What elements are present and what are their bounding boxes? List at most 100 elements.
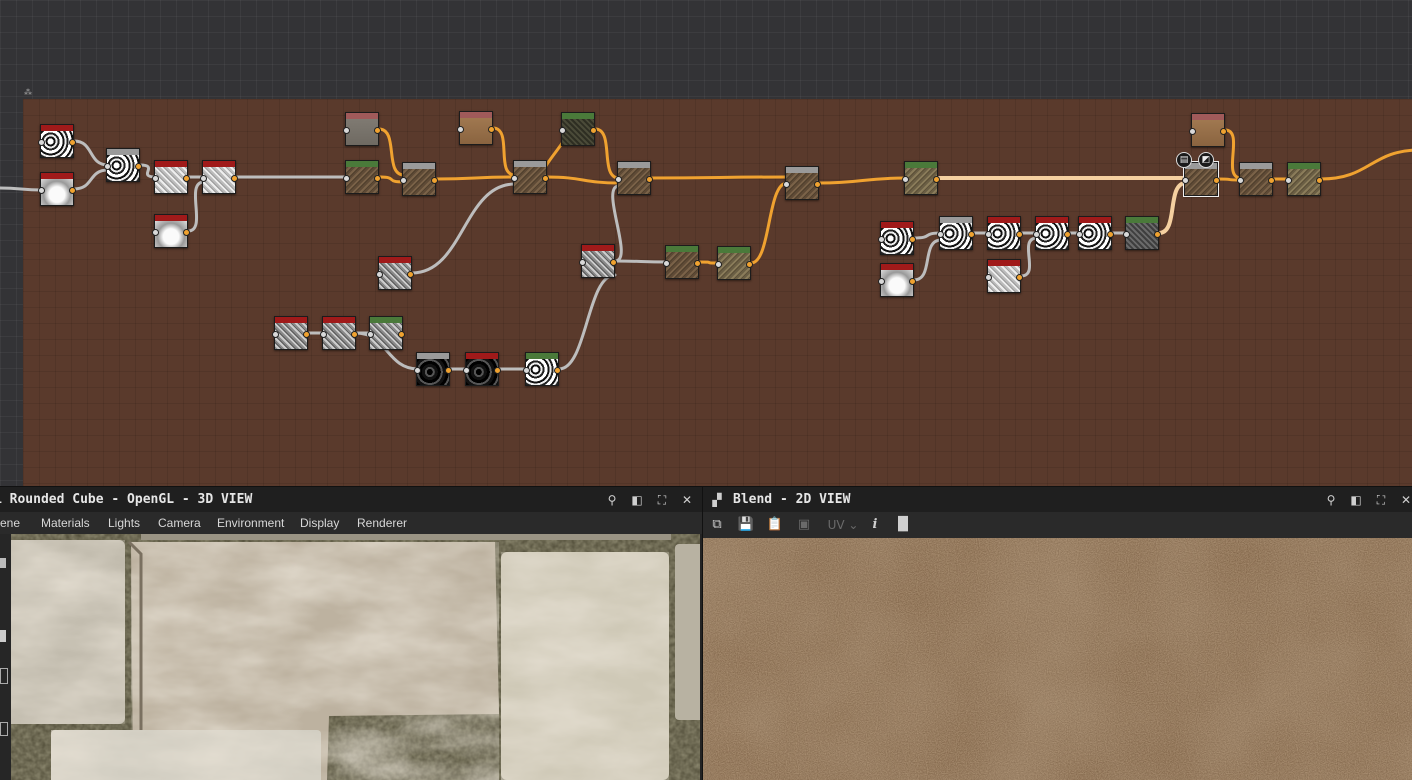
node-port[interactable] (559, 127, 566, 134)
maximize-icon[interactable]: ⛶ (1373, 492, 1389, 508)
node-port[interactable] (1220, 128, 1227, 135)
uv-dropdown[interactable]: UV ⌄ (823, 516, 863, 534)
graph-node[interactable] (902, 161, 940, 195)
node-port[interactable] (104, 163, 111, 170)
node-port[interactable] (488, 126, 495, 133)
node-port[interactable] (523, 367, 530, 374)
graph-node[interactable] (38, 172, 76, 206)
node-port[interactable] (909, 278, 916, 285)
graph-node[interactable] (511, 160, 549, 194)
graph-node[interactable] (152, 160, 190, 194)
menu-lights[interactable]: Lights (108, 516, 140, 530)
float-icon[interactable]: ◧ (1348, 492, 1364, 508)
node-preview-icon[interactable]: ◩ (1198, 152, 1214, 168)
graph-node[interactable] (715, 246, 753, 280)
maximize-icon[interactable]: ⛶ (654, 492, 670, 508)
float-icon[interactable]: ◧ (629, 492, 645, 508)
graph-node[interactable] (414, 352, 452, 386)
node-port[interactable] (1268, 177, 1275, 184)
node-port[interactable] (1033, 231, 1040, 238)
close-icon[interactable]: ✕ (1398, 492, 1412, 508)
graph-node[interactable] (1033, 216, 1071, 250)
node-port[interactable] (902, 176, 909, 183)
node-port[interactable] (694, 260, 701, 267)
info-icon[interactable]: i (866, 516, 884, 534)
menu-materials[interactable]: Materials (41, 516, 90, 530)
node-port[interactable] (414, 367, 421, 374)
node-port[interactable] (1107, 231, 1114, 238)
view-2d-titlebar[interactable]: ▞ Blend - 2D VIEW ⚲ ◧ ⛶ ✕ (703, 486, 1412, 513)
graph-node[interactable] (104, 148, 142, 182)
graph-node[interactable] (38, 124, 76, 158)
node-port[interactable] (231, 175, 238, 182)
node-port[interactable] (1016, 231, 1023, 238)
graph-node[interactable] (343, 160, 381, 194)
node-port[interactable] (646, 176, 653, 183)
node-port[interactable] (457, 126, 464, 133)
node-port[interactable] (200, 175, 207, 182)
graph-node[interactable] (1182, 161, 1220, 197)
node-port[interactable] (69, 139, 76, 146)
histogram-icon[interactable]: ▐▌ (893, 516, 913, 534)
node-port[interactable] (579, 259, 586, 266)
node-port[interactable] (343, 175, 350, 182)
node-port[interactable] (610, 259, 617, 266)
graph-node[interactable] (559, 112, 597, 146)
node-port[interactable] (407, 271, 414, 278)
node-port[interactable] (374, 175, 381, 182)
node-port[interactable] (554, 367, 561, 374)
side-tool-icon[interactable] (0, 668, 8, 684)
tile-icon[interactable]: ▣ (795, 516, 813, 534)
node-port[interactable] (783, 181, 790, 188)
graph-node[interactable] (1123, 216, 1161, 250)
graph-node[interactable] (367, 316, 405, 350)
graph-node[interactable] (985, 216, 1023, 250)
side-tool-icon[interactable] (0, 630, 6, 642)
node-port[interactable] (38, 187, 45, 194)
node-port[interactable] (463, 367, 470, 374)
node-port[interactable] (878, 236, 885, 243)
node-port[interactable] (1237, 177, 1244, 184)
graph-node[interactable] (463, 352, 501, 386)
view-3d-viewport[interactable] (11, 534, 700, 780)
node-port[interactable] (398, 331, 405, 338)
node-port[interactable] (878, 278, 885, 285)
graph-node[interactable] (985, 259, 1023, 293)
node-port[interactable] (968, 231, 975, 238)
node-port[interactable] (933, 176, 940, 183)
graph-node[interactable] (457, 111, 495, 145)
graph-node[interactable] (937, 216, 975, 250)
graph-node[interactable] (1076, 216, 1114, 250)
clipboard-icon[interactable]: 📋 (766, 516, 784, 534)
node-port[interactable] (272, 331, 279, 338)
side-tool-icon[interactable] (0, 722, 8, 736)
graph-node[interactable] (200, 160, 238, 194)
node-graph-canvas[interactable]: ⁂ ▤ ◩ (0, 0, 1412, 486)
node-port[interactable] (1189, 128, 1196, 135)
node-port[interactable] (400, 177, 407, 184)
node-port[interactable] (511, 175, 518, 182)
graph-node[interactable] (1237, 162, 1275, 196)
node-port[interactable] (343, 127, 350, 134)
graph-node[interactable] (1285, 162, 1323, 196)
node-port[interactable] (1285, 177, 1292, 184)
graph-node[interactable] (523, 352, 561, 386)
node-port[interactable] (374, 127, 381, 134)
node-port[interactable] (1154, 231, 1161, 238)
node-port[interactable] (715, 261, 722, 268)
node-info-icon[interactable]: ▤ (1176, 152, 1192, 168)
menu-scene[interactable]: Scene (0, 516, 20, 530)
graph-node[interactable] (272, 316, 310, 350)
node-port[interactable] (320, 331, 327, 338)
node-port[interactable] (38, 139, 45, 146)
graph-node[interactable] (663, 245, 701, 279)
node-port[interactable] (135, 163, 142, 170)
node-port[interactable] (69, 187, 76, 194)
node-port[interactable] (1064, 231, 1071, 238)
menu-renderer[interactable]: Renderer (357, 516, 407, 530)
graph-node[interactable] (615, 161, 653, 195)
side-tool-icon[interactable] (0, 558, 6, 568)
node-port[interactable] (542, 175, 549, 182)
node-port[interactable] (445, 367, 452, 374)
node-port[interactable] (1016, 274, 1023, 281)
